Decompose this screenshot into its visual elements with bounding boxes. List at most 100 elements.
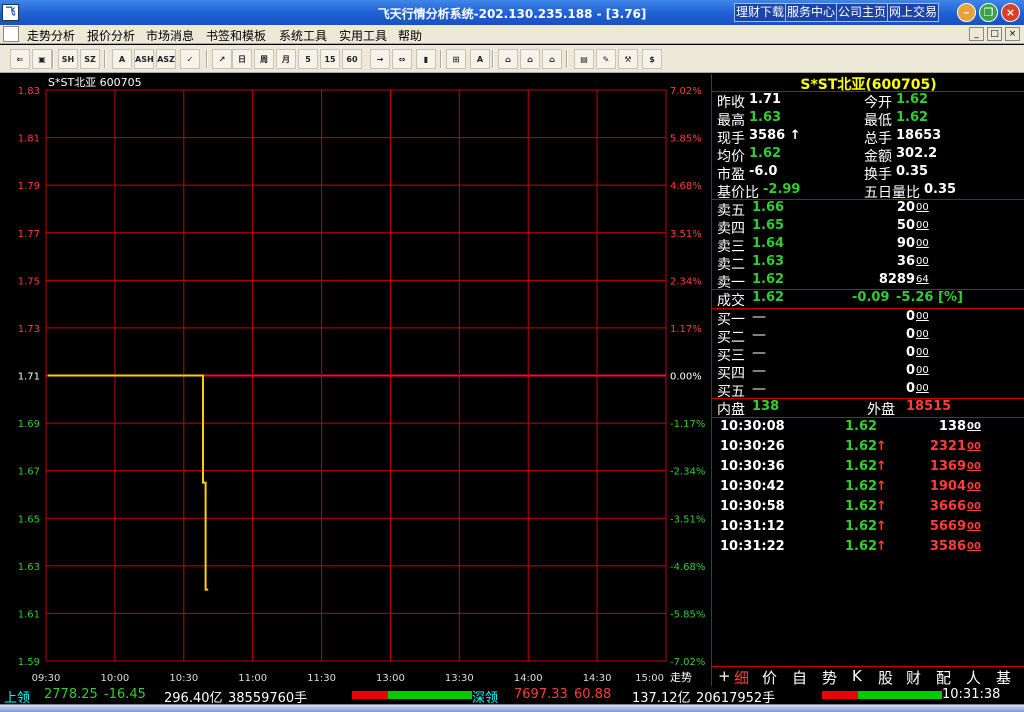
mdi-close-icon[interactable]: ×	[1005, 27, 1020, 41]
home-2-icon[interactable]: ⌂	[520, 49, 540, 69]
quote-field-value: 1.62	[896, 110, 929, 125]
panel-tab[interactable]: 势	[822, 667, 837, 688]
ask-label: 卖一	[717, 275, 745, 291]
bid-volume-small: 00	[916, 311, 929, 322]
tick-volume: 3586	[929, 539, 966, 554]
y-pct-label: 3.51%	[670, 229, 702, 240]
bid-price: —	[752, 309, 766, 325]
tick-volume: 2321	[929, 439, 966, 454]
back-icon[interactable]: ⇐	[10, 49, 30, 69]
split-view-icon[interactable]: ⇔	[392, 49, 412, 69]
y-pct-label: -5.85%	[670, 609, 705, 620]
daily-kline-icon[interactable]: 日	[232, 49, 252, 69]
monthly-kline-icon[interactable]: 月	[276, 49, 296, 69]
window-titlebar[interactable]: 飞 飞天行情分析系统-202.130.235.188 - [3.76] 理财下载…	[0, 0, 1024, 25]
y-pct-label: -3.51%	[670, 514, 705, 525]
tools-icon[interactable]: ⚒	[618, 49, 638, 69]
menu-market-news[interactable]: 市场消息	[146, 27, 194, 44]
tick-volume-small: 00	[967, 501, 981, 512]
document-icon[interactable]	[3, 26, 19, 42]
mdi-minimize-icon[interactable]: _	[969, 27, 984, 41]
15min-kline-icon[interactable]: 15	[320, 49, 340, 69]
tick-time: 10:30:26	[720, 439, 785, 454]
panel-tab[interactable]: 股	[878, 667, 893, 688]
tick-row: 10:31:12 1.62 ↑ 5669 00	[712, 519, 1024, 539]
minimize-icon[interactable]: –	[957, 3, 976, 22]
home-icon[interactable]: ⌂	[498, 49, 518, 69]
checklist-icon[interactable]: ✓	[180, 49, 200, 69]
panel-tab[interactable]: 自	[792, 667, 807, 688]
panel-tab[interactable]: 配	[936, 667, 951, 688]
x-tick-label: 15:00	[635, 673, 664, 684]
ask-volume-small: 00	[916, 256, 929, 267]
menu-trend-analysis[interactable]: 走势分析	[27, 27, 75, 44]
tick-time: 10:31:22	[720, 539, 785, 554]
panel-tab[interactable]: 财	[906, 667, 921, 688]
a-shares-icon[interactable]: A	[112, 49, 132, 69]
y-tick-label: 1.71	[18, 372, 40, 383]
quote-field-value: 0.35	[896, 164, 929, 179]
finance-icon[interactable]: $	[642, 49, 662, 69]
tick-time: 10:30:36	[720, 459, 785, 474]
weekly-kline-icon[interactable]: 周	[254, 49, 274, 69]
edit-document-icon[interactable]: ✎	[596, 49, 616, 69]
menu-quote-analysis[interactable]: 报价分析	[87, 27, 135, 44]
trend-chart-icon[interactable]: ↗	[212, 49, 232, 69]
asz-icon[interactable]: ASZ	[156, 49, 176, 69]
bid-price: —	[752, 363, 766, 379]
ash-icon[interactable]: ASH	[134, 49, 154, 69]
close-icon[interactable]: ×	[1001, 3, 1020, 22]
tick-price: 1.62	[845, 539, 878, 554]
panel-tab[interactable]: 人	[966, 667, 981, 688]
sh-index-icon[interactable]: SH	[58, 49, 78, 69]
panel-tab[interactable]: +	[718, 667, 731, 685]
toolbar-separator	[52, 50, 54, 68]
link-service-center[interactable]: 服务中心	[785, 3, 838, 22]
menu-bookmarks-templates[interactable]: 书签和模板	[206, 27, 266, 44]
tick-volume: 5669	[929, 519, 966, 534]
menu-help[interactable]: 帮助	[398, 27, 422, 44]
window-icon[interactable]: ▣	[32, 49, 52, 69]
menu-system-tools[interactable]: 系统工具	[279, 27, 327, 44]
tick-arrow-icon: ↑	[876, 539, 887, 554]
home-3-icon[interactable]: ⌂	[542, 49, 562, 69]
y-tick-label: 1.77	[18, 229, 40, 240]
formula-a-icon[interactable]: A	[470, 49, 490, 69]
panel-tab[interactable]: 细	[734, 667, 749, 688]
bar-volume-icon[interactable]: ▮	[416, 49, 436, 69]
tick-arrow-icon: ↑	[876, 439, 887, 454]
book-icon[interactable]: ▤	[574, 49, 594, 69]
ask-label: 卖四	[717, 221, 745, 237]
quote-field-label: 现手	[717, 131, 745, 147]
tick-volume-small: 00	[967, 541, 981, 552]
bid-volume: 0	[905, 327, 915, 342]
menu-utility-tools[interactable]: 实用工具	[339, 27, 387, 44]
quote-field-value: 1.62	[896, 92, 929, 107]
5min-kline-icon[interactable]: 5	[298, 49, 318, 69]
deal-price: 1.62	[752, 290, 785, 305]
grid-table-icon[interactable]: ⊞	[446, 49, 466, 69]
60min-kline-icon[interactable]: 60	[342, 49, 362, 69]
link-finance-download[interactable]: 理财下载	[734, 3, 787, 22]
link-company-home[interactable]: 公司主页	[836, 3, 889, 22]
mdi-restore-icon[interactable]: □	[987, 27, 1002, 41]
ask-price: 1.62	[752, 272, 785, 287]
arrow-right-icon[interactable]: →	[370, 49, 390, 69]
panel-tab[interactable]: K	[852, 667, 862, 685]
clock: 10:31:38	[942, 687, 1001, 702]
restore-icon[interactable]: ❐	[979, 3, 998, 22]
y-pct-label: -2.34%	[670, 467, 705, 478]
y-pct-label: 7.02%	[670, 86, 702, 97]
x-tick-label: 10:30	[169, 673, 198, 684]
quote-field-label: 最低	[864, 113, 892, 129]
toolbar-separator	[440, 50, 442, 68]
trend-tab-label[interactable]: 走势	[670, 671, 692, 684]
tick-volume-small: 00	[967, 461, 981, 472]
panel-tab[interactable]: 基	[996, 667, 1011, 688]
link-online-trading[interactable]: 网上交易	[887, 3, 940, 22]
intraday-chart[interactable]: 1.83 7.02% 1.81 5.85% 1.79 4.68% 1.77 3.51% 1.75…	[0, 74, 710, 686]
panel-tab[interactable]: 价	[762, 667, 777, 688]
x-tick-label: 14:30	[583, 673, 612, 684]
sz-index-icon[interactable]: SZ	[80, 49, 100, 69]
quote-field-value: 3586 ↑	[749, 128, 801, 143]
